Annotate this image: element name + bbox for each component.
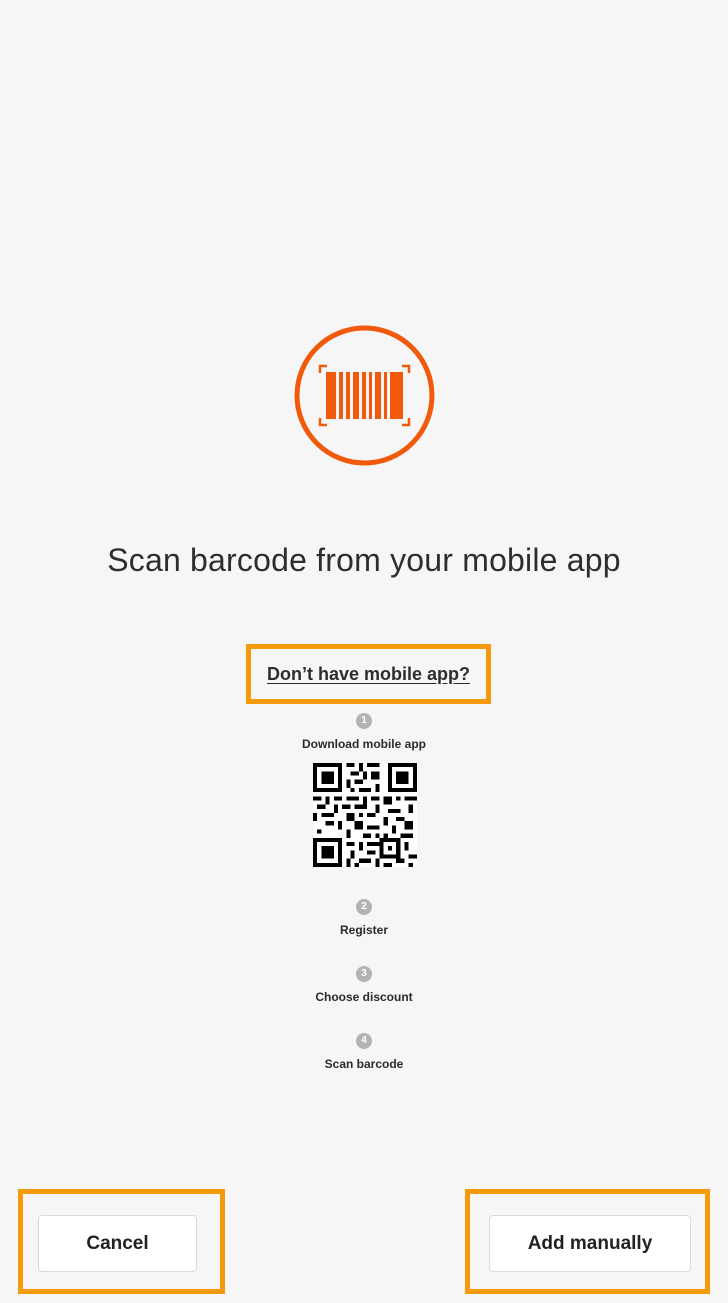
page-title: Scan barcode from your mobile app (107, 542, 621, 578)
step-number: 1 (356, 713, 372, 729)
qr-code-icon (313, 763, 417, 867)
step-number: 3 (356, 966, 372, 982)
step-number: 4 (356, 1033, 372, 1049)
cancel-button[interactable]: Cancel (38, 1215, 197, 1272)
step-label: Choose discount (315, 990, 413, 1004)
step-number: 2 (356, 899, 372, 915)
step-scan-barcode: 4 Scan barcode (0, 1033, 728, 1071)
barcode-scan-icon (294, 325, 435, 466)
add-manually-button[interactable]: Add manually (489, 1215, 691, 1272)
step-label: Scan barcode (324, 1057, 404, 1071)
no-mobile-app-link[interactable]: Don’t have mobile app? (246, 644, 491, 704)
step-choose-discount: 3 Choose discount (0, 966, 728, 1004)
step-register: 2 Register (0, 899, 728, 937)
scan-barcode-screen: Scan barcode from your mobile app Don’t … (0, 0, 728, 1303)
step-label: Register (339, 923, 389, 937)
step-download: 1 Download mobile app (0, 713, 728, 751)
step-label: Download mobile app (301, 737, 426, 751)
